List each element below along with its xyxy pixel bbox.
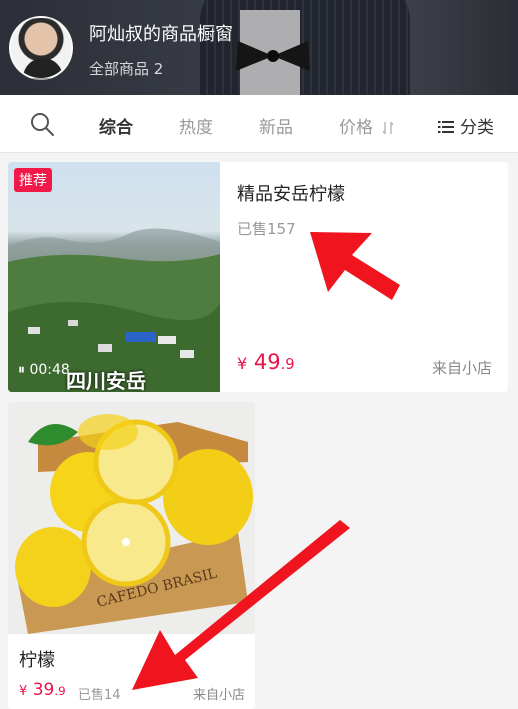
red-arrow-icon: [132, 520, 350, 690]
red-arrow-icon: [310, 232, 400, 300]
annotation-arrows: [132, 232, 400, 690]
